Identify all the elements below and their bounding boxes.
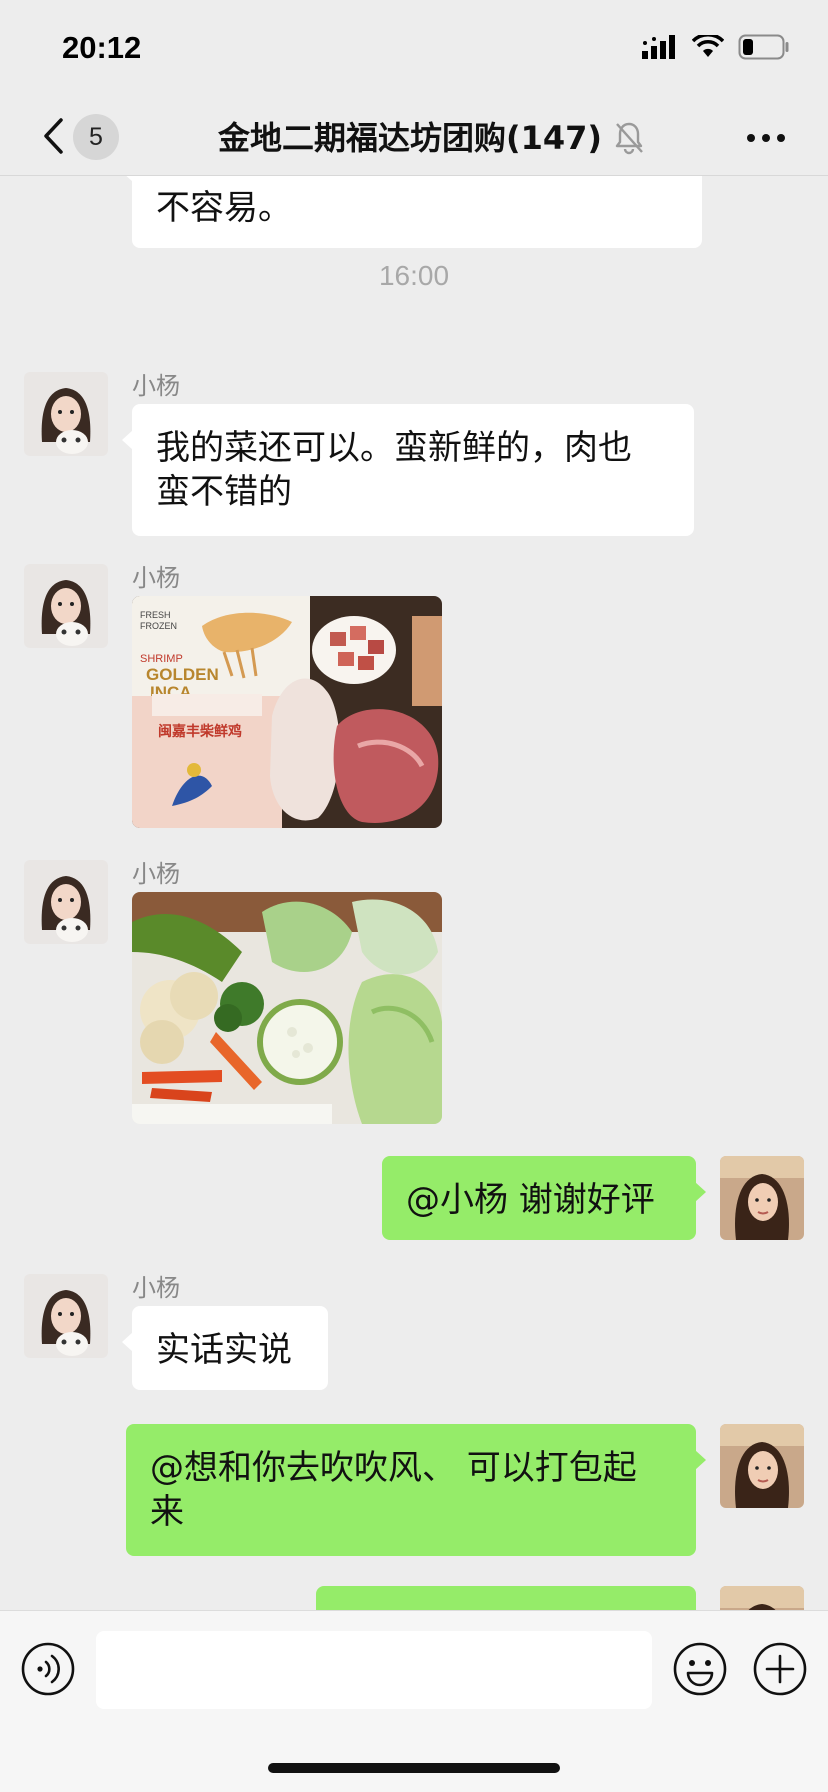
status-bar: 20:12 bbox=[0, 0, 828, 100]
sender-name: 小杨 bbox=[132, 372, 180, 400]
input-bar bbox=[0, 1610, 828, 1792]
voice-icon bbox=[21, 1642, 75, 1696]
home-indicator[interactable] bbox=[268, 1763, 560, 1773]
photo-message-groceries[interactable]: FRESH FROZEN SHRIMP GOLDEN INCA 闽嘉丰柴鲜鸡 bbox=[132, 596, 442, 828]
plus-button[interactable] bbox=[752, 1641, 808, 1697]
avatar[interactable] bbox=[24, 1274, 108, 1358]
more-button[interactable] bbox=[740, 118, 792, 158]
message-bubble[interactable]: 实话实说 bbox=[122, 1306, 328, 1390]
time-divider: 16:00 bbox=[378, 260, 450, 291]
sender-name: 小杨 bbox=[132, 1274, 180, 1302]
photo-label: 闽嘉丰柴鲜鸡 bbox=[158, 723, 242, 740]
avatar[interactable] bbox=[24, 564, 108, 648]
message-bubble[interactable]: 我的菜还可以。蛮新鲜的，肉也 蛮不错的 bbox=[122, 404, 694, 536]
sender-name: 小杨 bbox=[132, 860, 180, 888]
message-text: @想和你去吹吹风、 可以打包起 bbox=[150, 1448, 637, 1488]
message-list[interactable]: 不容易。 16:00 小杨 我的菜还可以。蛮新鲜的，肉也 蛮不错的 小杨 FRE… bbox=[0, 176, 828, 1610]
photo-label: FRESH bbox=[140, 610, 171, 620]
avatar-self[interactable] bbox=[720, 1586, 804, 1610]
unread-count-badge[interactable]: 5 bbox=[73, 114, 119, 160]
emoji-icon bbox=[673, 1642, 727, 1696]
message-text: @小杨 谢谢好评 bbox=[406, 1180, 655, 1220]
mute-bell-icon bbox=[612, 120, 646, 156]
status-icons bbox=[642, 34, 790, 60]
avatar[interactable] bbox=[24, 860, 108, 944]
message-text: 我的菜还可以。蛮新鲜的，肉也 bbox=[156, 428, 632, 468]
emoji-button[interactable] bbox=[672, 1641, 728, 1697]
message-text: 蛮不错的 bbox=[156, 472, 292, 512]
photo-message-vegetables[interactable] bbox=[132, 892, 442, 1124]
chat-title: 金地二期福达坊团购(147) bbox=[218, 119, 603, 157]
message-bubble-outgoing[interactable]: @想和你去吹吹风、 可以打包起 来 bbox=[126, 1424, 706, 1556]
avatar-self[interactable] bbox=[720, 1424, 804, 1508]
back-button[interactable] bbox=[36, 112, 70, 160]
signal-icon bbox=[642, 35, 675, 59]
message-bubble[interactable]: 不容易。 bbox=[122, 176, 702, 248]
plus-icon bbox=[753, 1642, 807, 1696]
avatar[interactable] bbox=[24, 372, 108, 456]
wifi-icon bbox=[692, 35, 724, 57]
chat-header: 5 金地二期福达坊团购(147) bbox=[0, 100, 828, 176]
message-text: 不容易。 bbox=[156, 188, 292, 228]
message-bubble-outgoing[interactable]: @小杨 谢谢好评 bbox=[382, 1156, 706, 1240]
message-bubble-outgoing[interactable] bbox=[316, 1586, 696, 1610]
message-text: 来 bbox=[150, 1492, 184, 1532]
status-time: 20:12 bbox=[62, 30, 142, 65]
sender-name: 小杨 bbox=[132, 564, 180, 592]
more-icon bbox=[747, 134, 785, 142]
avatar-self[interactable] bbox=[720, 1156, 804, 1240]
photo-label: SHRIMP bbox=[140, 653, 183, 665]
battery-icon bbox=[738, 34, 789, 60]
message-input[interactable] bbox=[96, 1631, 652, 1709]
photo-label: FROZEN bbox=[140, 621, 177, 631]
photo-label: GOLDEN bbox=[146, 665, 219, 684]
chevron-left-icon bbox=[44, 118, 63, 154]
voice-button[interactable] bbox=[20, 1641, 76, 1697]
message-text: 实话实说 bbox=[156, 1330, 292, 1370]
